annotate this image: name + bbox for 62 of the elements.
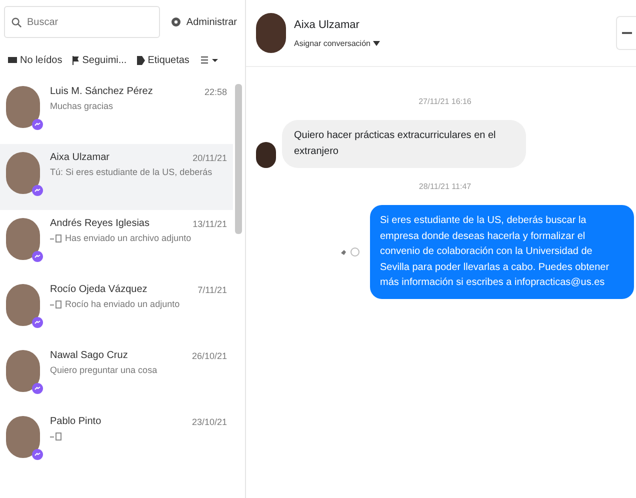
message-time: 26/10/21 [192, 350, 227, 360]
message-time: 22:58 [204, 86, 227, 96]
flag-icon [72, 56, 80, 64]
message-time: 20/11/21 [192, 152, 227, 162]
search-field[interactable]: Buscar [4, 6, 160, 38]
avatar [6, 86, 40, 128]
filter-button[interactable]: Seguimi... [70, 52, 129, 68]
timestamp: 28/11/21 11:47 [418, 182, 472, 191]
conversation-item[interactable]: Pablo Pinto 23/10/21 [0, 408, 233, 474]
contact-name: Aixa Ulzamar [294, 18, 360, 30]
contact-name: Rocío Ojeda Vázquez [50, 284, 148, 295]
message-time: 23/10/21 [192, 416, 227, 426]
contact-name: Nawal Sago Cruz [50, 350, 128, 361]
messenger-icon [32, 185, 43, 196]
contact-name: Andrés Reyes Iglesias [50, 218, 150, 229]
reply-attachment-icon [50, 299, 62, 309]
more-button[interactable] [616, 16, 636, 50]
assign-dropdown[interactable]: Asignar conversación [294, 38, 608, 48]
message-bubble: Quiero hacer prácticas extracurriculares en el extranjero [282, 120, 526, 168]
avatar [6, 284, 40, 326]
contact-name: Luis M. Sánchez Pérez [50, 86, 153, 97]
contact-name: Aixa Ulzamar [50, 152, 110, 163]
manage-button[interactable]: Administrar [166, 16, 241, 28]
messenger-icon [32, 251, 43, 262]
messenger-icon [32, 449, 43, 460]
avatar [256, 13, 286, 53]
scrollbar[interactable] [235, 84, 242, 234]
avatar [256, 142, 276, 168]
timestamp: 27/11/21 16:16 [418, 97, 472, 106]
avatar [6, 218, 40, 260]
message-preview: Has enviado un archivo adjunto [65, 233, 192, 243]
filter-button[interactable]: Etiquetas [134, 52, 192, 68]
contact-name: Pablo Pinto [50, 416, 102, 427]
messenger-icon [32, 119, 43, 130]
caret-icon [373, 40, 380, 46]
filter-button[interactable]: No leídos [6, 52, 64, 68]
avatar [6, 152, 40, 194]
message-preview: Tú: Si eres estudiante de la US, deberás [50, 167, 212, 177]
message-bubble: Si eres estudiante de la US, deberás buscar la empresa donde deseas hacerla y formalizar el convenio de colaboración con la Universidad de Sevilla para poder llevarlas a cabo. Puedes obtener más información si escribes a infopracticas@us.es [370, 205, 634, 298]
message-time: 7/11/21 [198, 284, 227, 294]
search-icon [11, 17, 22, 28]
gear-icon [170, 16, 182, 28]
conversation-item[interactable]: Rocío Ojeda Vázquez 7/11/21 Rocío ha enviado un adjunto [0, 276, 233, 342]
message-preview: Quiero preguntar una cosa [50, 365, 158, 375]
conversation-item[interactable]: Luis M. Sánchez Pérez 22:58 Muchas gracias [0, 78, 233, 144]
reply-attachment-icon [50, 233, 62, 243]
reply-attachment-icon [50, 431, 62, 441]
tag-icon [136, 56, 145, 64]
avatar [6, 416, 40, 458]
message-time: 13/11/21 [192, 218, 227, 228]
message-preview: Muchas gracias [50, 101, 114, 111]
conversation-item[interactable]: Aixa Ulzamar 20/11/21 Tú: Si eres estudiante de la US, deberás [0, 144, 233, 210]
sort-icon [199, 54, 220, 64]
message-actions-icon[interactable] [340, 246, 362, 257]
conversation-item[interactable]: Nawal Sago Cruz 26/10/21 Quiero preguntar una cosa [0, 342, 233, 408]
conversation-item[interactable]: Andrés Reyes Iglesias 13/11/21 Has enviado un archivo adjunto [0, 210, 233, 276]
messenger-icon [32, 317, 43, 328]
messenger-icon [32, 383, 43, 394]
avatar [6, 350, 40, 392]
envelope-icon [8, 56, 17, 64]
more-icon [622, 32, 632, 34]
message-preview: Rocío ha enviado un adjunto [65, 299, 180, 309]
